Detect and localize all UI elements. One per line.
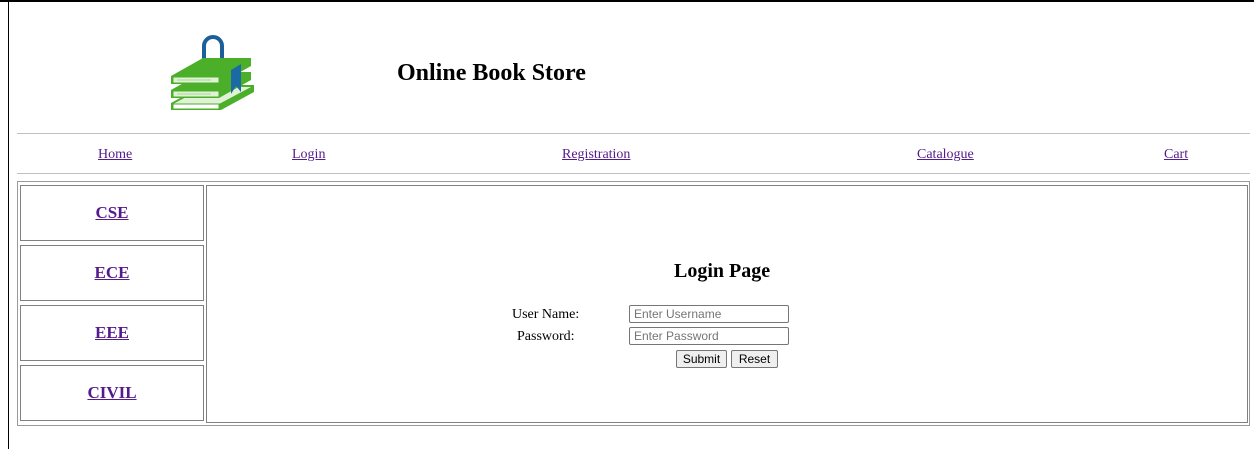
sidebar-link-civil[interactable]: CIVIL — [87, 383, 136, 403]
password-label: Password: — [517, 329, 575, 344]
password-input[interactable] — [629, 327, 789, 345]
nav-link-home[interactable]: Home — [98, 147, 132, 163]
reset-button[interactable]: Reset — [731, 350, 778, 368]
nav-link-login[interactable]: Login — [292, 147, 325, 163]
sidebar-item-civil: CIVIL — [20, 365, 204, 421]
nav-link-cart[interactable]: Cart — [1164, 147, 1188, 163]
main-nav: Home Login Registration Catalogue Cart — [17, 135, 1250, 173]
username-label: User Name: — [512, 307, 580, 322]
sidebar-item-eee: EEE — [20, 305, 204, 361]
sidebar-link-cse[interactable]: CSE — [95, 203, 128, 223]
nav-link-catalogue[interactable]: Catalogue — [917, 147, 974, 163]
books-shopping-bag-icon — [171, 35, 254, 110]
site-title: Online Book Store — [397, 60, 586, 86]
username-input[interactable] — [629, 305, 789, 323]
sidebar-item-ece: ECE — [20, 245, 204, 301]
sidebar-link-ece[interactable]: ECE — [95, 263, 130, 283]
login-title: Login Page — [674, 260, 771, 282]
submit-button[interactable]: Submit — [676, 350, 727, 368]
sidebar-item-cse: CSE — [20, 185, 204, 241]
sidebar-link-eee[interactable]: EEE — [95, 323, 129, 343]
nav-link-registration[interactable]: Registration — [562, 147, 630, 163]
site-header: Online Book Store — [9, 2, 1254, 134]
nav-bottom-divider — [17, 173, 1250, 175]
main-content: Login Page User Name: Password: Submit R… — [206, 185, 1248, 423]
